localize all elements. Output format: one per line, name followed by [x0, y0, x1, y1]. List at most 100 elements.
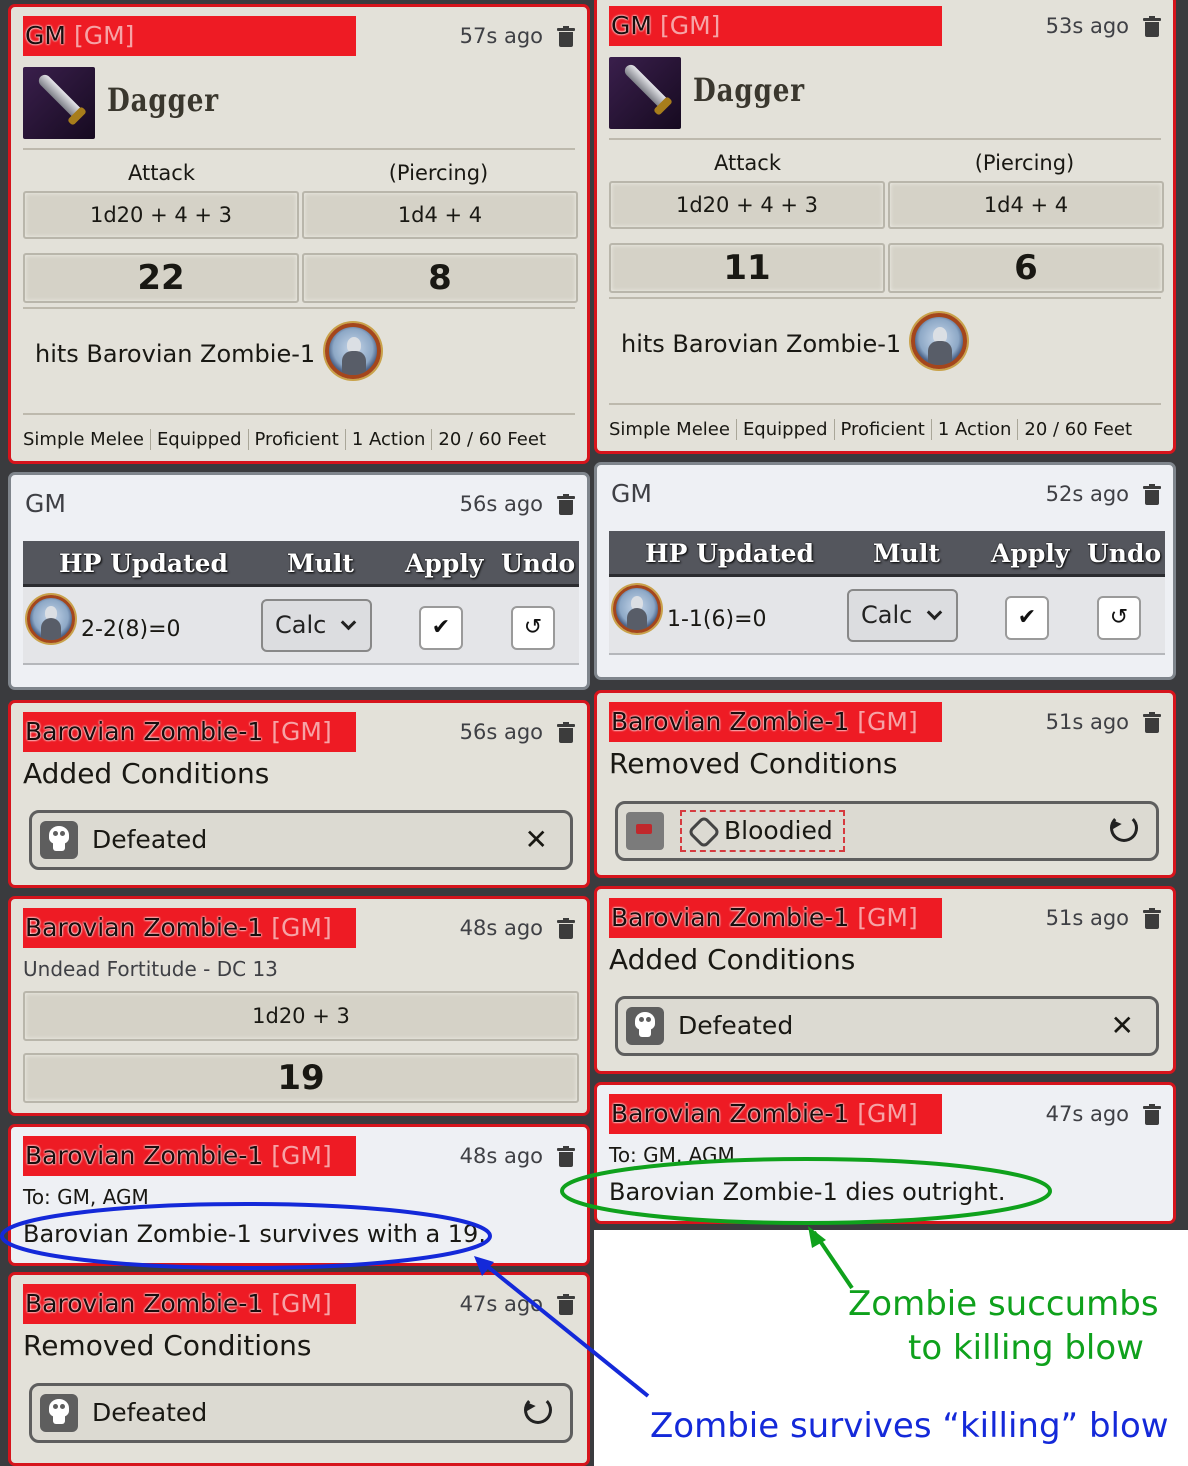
- zombie-token-icon[interactable]: [911, 313, 967, 369]
- dagger-icon[interactable]: [609, 57, 681, 129]
- trash-icon[interactable]: [557, 722, 575, 744]
- trash-icon[interactable]: [1143, 1104, 1161, 1126]
- save-formula[interactable]: 1d20 + 3: [23, 991, 579, 1041]
- broken-link-icon: [687, 815, 721, 849]
- zombie-token-icon[interactable]: [613, 585, 661, 633]
- attack-chat-card: GM [GM] 57s ago Dagger Attack (Piercing) …: [8, 4, 590, 464]
- trash-icon[interactable]: [557, 494, 575, 516]
- message-sender: Barovian Zombie-1 [GM]: [609, 898, 942, 938]
- message-sender: GM: [25, 489, 66, 518]
- whisper-message: Barovian Zombie-1 survives with a 19.: [23, 1220, 486, 1248]
- damage-type-label: (Piercing): [974, 151, 1075, 175]
- condition-name: Defeated: [678, 1011, 794, 1040]
- card-title: Removed Conditions: [23, 1329, 312, 1362]
- message-timestamp: 56s ago: [459, 492, 543, 516]
- message-sender: GM [GM]: [23, 16, 356, 56]
- trash-icon[interactable]: [557, 1294, 575, 1316]
- trash-icon[interactable]: [1143, 484, 1161, 506]
- annotation-green-line1: Zombie succumbs: [848, 1284, 1159, 1324]
- trash-icon[interactable]: [557, 26, 575, 48]
- undo-icon: ↺: [1109, 605, 1129, 630]
- item-name[interactable]: Dagger: [107, 81, 219, 119]
- attack-total[interactable]: 11: [609, 243, 885, 293]
- apply-button[interactable]: ✔: [1005, 596, 1049, 640]
- message-timestamp: 47s ago: [459, 1292, 543, 1316]
- message-sender: Barovian Zombie-1 [GM]: [23, 1136, 356, 1176]
- added-conditions-card: Barovian Zombie-1 [GM] 56s ago Added Cond…: [8, 700, 590, 888]
- close-icon[interactable]: ✕: [1111, 999, 1134, 1053]
- save-subtitle: Undead Fortitude - DC 13: [23, 957, 278, 981]
- skull-icon: [40, 821, 78, 859]
- message-sender: Barovian Zombie-1 [GM]: [609, 1094, 942, 1134]
- message-timestamp: 48s ago: [459, 916, 543, 940]
- zombie-token-icon[interactable]: [27, 595, 75, 643]
- skull-icon: [626, 1007, 664, 1045]
- trash-icon[interactable]: [1143, 908, 1161, 930]
- hp-update-card: GM 56s ago HP Updated Mult Apply Undo 2-…: [8, 472, 590, 690]
- damage-formula[interactable]: 1d4 + 4: [302, 191, 578, 239]
- green-arrow: [812, 1230, 854, 1290]
- card-title: Removed Conditions: [609, 747, 898, 780]
- whisper-recipients: To: GM, AGM: [23, 1185, 149, 1209]
- annotation-green-line2: to killing blow: [908, 1328, 1144, 1368]
- whisper-card: Barovian Zombie-1 [GM] 48s ago To: GM, AG…: [8, 1124, 590, 1266]
- trash-icon[interactable]: [557, 918, 575, 940]
- chevron-down-icon: [340, 614, 357, 631]
- message-timestamp: 53s ago: [1045, 14, 1129, 38]
- card-title: Added Conditions: [609, 943, 856, 976]
- undo-button[interactable]: ↺: [511, 606, 555, 650]
- message-timestamp: 52s ago: [1045, 482, 1129, 506]
- message-sender: Barovian Zombie-1 [GM]: [609, 702, 942, 742]
- chat-log-comparison: GM [GM] 57s ago Dagger Attack (Piercing) …: [0, 0, 1188, 1466]
- message-timestamp: 48s ago: [459, 1144, 543, 1168]
- attack-label: Attack: [713, 151, 782, 175]
- condition-row: Defeated ✕: [29, 810, 573, 870]
- message-timestamp: 51s ago: [1045, 710, 1129, 734]
- item-properties: Simple Melee Equipped Proficient 1 Action 20…: [23, 429, 577, 450]
- whisper-message: Barovian Zombie-1 dies outright.: [609, 1178, 1006, 1206]
- trash-icon[interactable]: [1143, 16, 1161, 38]
- check-icon: ✔: [431, 615, 451, 640]
- damage-type-label: (Piercing): [388, 161, 489, 185]
- whisper-card: Barovian Zombie-1 [GM] 47s ago To: GM, AG…: [594, 1082, 1176, 1224]
- message-sender: Barovian Zombie-1 [GM]: [23, 712, 356, 752]
- undo-icon[interactable]: [1110, 814, 1138, 842]
- condition-row: Defeated: [29, 1383, 573, 1443]
- hp-value: 2-2(8)=0: [81, 617, 181, 642]
- attack-chat-card: GM [GM] 53s ago Dagger Attack (Piercing) …: [594, 0, 1176, 454]
- apply-button[interactable]: ✔: [419, 606, 463, 650]
- hp-table-row: 2-2(8)=0 Calc ✔ ↺: [23, 587, 579, 665]
- saving-throw-card: Barovian Zombie-1 [GM] 48s ago Undead For…: [8, 896, 590, 1116]
- attack-formula[interactable]: 1d20 + 4 + 3: [609, 181, 885, 229]
- message-timestamp: 47s ago: [1045, 1102, 1129, 1126]
- removed-conditions-card: Barovian Zombie-1 [GM] 47s ago Removed Co…: [8, 1272, 590, 1466]
- hp-value: 1-1(6)=0: [667, 607, 767, 632]
- message-timestamp: 56s ago: [459, 720, 543, 744]
- condition-name: Bloodied: [680, 810, 845, 852]
- damage-total[interactable]: 8: [302, 253, 578, 303]
- message-sender: GM: [611, 479, 652, 508]
- save-total[interactable]: 19: [23, 1053, 579, 1103]
- message-timestamp: 51s ago: [1045, 906, 1129, 930]
- trash-icon[interactable]: [557, 1146, 575, 1168]
- added-conditions-card: Barovian Zombie-1 [GM] 51s ago Added Cond…: [594, 886, 1176, 1074]
- hp-table-row: 1-1(6)=0 Calc ✔ ↺: [609, 577, 1165, 655]
- zombie-token-icon[interactable]: [325, 323, 381, 379]
- item-name[interactable]: Dagger: [693, 71, 805, 109]
- close-icon[interactable]: ✕: [525, 813, 548, 867]
- mult-select[interactable]: Calc: [261, 599, 372, 652]
- dagger-icon[interactable]: [23, 67, 95, 139]
- undo-button[interactable]: ↺: [1097, 596, 1141, 640]
- hp-table-header: HP Updated Mult Apply Undo: [609, 531, 1165, 577]
- attack-total[interactable]: 22: [23, 253, 299, 303]
- damage-total[interactable]: 6: [888, 243, 1164, 293]
- message-timestamp: 57s ago: [459, 24, 543, 48]
- attack-formula[interactable]: 1d20 + 4 + 3: [23, 191, 299, 239]
- trash-icon[interactable]: [1143, 712, 1161, 734]
- damage-formula[interactable]: 1d4 + 4: [888, 181, 1164, 229]
- message-sender: GM [GM]: [609, 6, 942, 46]
- annotation-blue: Zombie survives “killing” blow: [650, 1406, 1169, 1446]
- undo-icon[interactable]: [524, 1396, 552, 1424]
- mult-select[interactable]: Calc: [847, 589, 958, 642]
- condition-name: Defeated: [92, 825, 208, 854]
